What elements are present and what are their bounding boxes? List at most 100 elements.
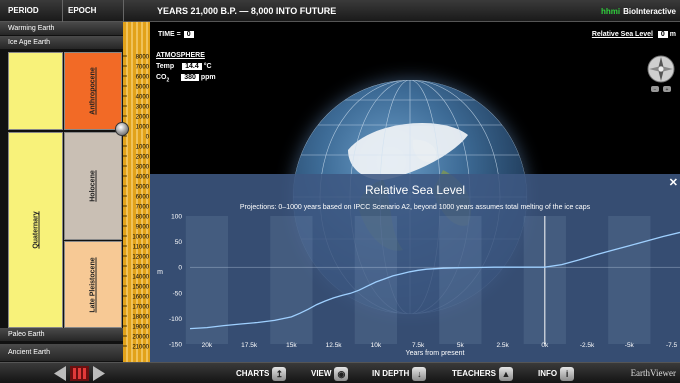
chart-band [439,216,482,344]
co2-subscript: 2 [166,77,170,84]
ruler-tick-label: 19000 [132,325,149,331]
header-divider [123,0,124,22]
ruler-tick-label: 8000 [136,55,150,61]
brand-logo[interactable]: hhmi BioInteractive [601,7,676,16]
temperature-row: Temp 14.4 °C [156,63,216,70]
period-column-header: PERIOD [8,6,39,15]
teachers-label: TEACHERS [452,369,497,378]
co2-row: CO2 380 ppm [156,74,216,83]
sea-level-unit: m [669,31,676,38]
y-tick-label: -50 [173,290,183,297]
globe-stage: TIME = 0 ATMOSPHERE Temp 14.4 °C CO2 380 … [150,22,680,362]
playback-controls [54,366,105,381]
y-tick-label: -150 [169,342,182,349]
sea-level-chart: Relative Sea Level Projections: 0–1000 y… [157,183,680,357]
epoch-block-anthropocene[interactable]: Anthropocene [64,52,122,130]
epoch-block-holocene[interactable]: Holocene [64,132,122,240]
biointeractive-logo-text: BioInteractive [623,7,676,16]
period-block-upper [8,52,63,130]
era-bar-paleo-earth[interactable]: Paleo Earth [0,328,123,342]
ruler-tick-label: 20000 [132,335,149,341]
x-tick-label: -2.5k [580,342,595,349]
x-tick-label: 12.5k [326,342,343,349]
charts-icon: ↥ [272,366,287,381]
ruler-tick-label: 7000 [136,205,150,211]
rewind-icon[interactable] [54,366,66,381]
atmosphere-panel: ATMOSPHERE Temp 14.4 °C CO2 380 ppm [156,52,216,83]
view-icon: ◉ [334,366,349,381]
in-depth-icon: ↓ [412,366,427,381]
top-header: PERIOD EPOCH YEARS 21,000 B.P. — 8,000 I… [0,0,680,22]
ruler-tick-label: 5000 [136,185,150,191]
co2-label: CO [156,74,167,81]
period-epoch-panel: Warming Earth Ice Age Earth Quaternary A… [0,22,123,362]
temp-value: 14.4 [182,63,202,70]
ruler-tick-label: 4000 [136,95,150,101]
temp-unit: °C [203,63,212,70]
ruler-tick-label: 4000 [136,175,150,181]
ruler-tick-label: 14000 [132,275,149,281]
epoch-label-holocene: Holocene [89,170,97,202]
x-tick-label: 7.5k [412,342,425,349]
time-slider-knob[interactable] [115,122,129,136]
svg-text:+: + [666,87,669,93]
ruler-tick-label: 3000 [136,165,150,171]
compass-navigation-icon[interactable]: − + [646,54,676,94]
ruler-tick-label: 11000 [133,245,150,251]
timeline-ruler[interactable]: 8000 7000 6000 5000 4000 3000 2000 1000 0 1000 200… [123,22,150,362]
y-tick-label: 100 [171,214,182,221]
epoch-column-header: EPOCH [68,6,97,15]
ruler-tick-label: 1000 [136,125,150,131]
svg-text:−: − [654,87,657,93]
ruler-tick-label: 21000 [132,345,149,351]
ruler-tick-label: 9000 [136,225,150,231]
time-readout: TIME = 0 [158,31,194,38]
temp-label: Temp [156,63,175,70]
view-button[interactable]: VIEW ◉ [311,363,349,383]
x-tick-label: 2.5k [496,342,509,349]
era-bar-warming-earth[interactable]: Warming Earth [0,22,123,36]
in-depth-button[interactable]: IN DEPTH ↓ [372,363,427,383]
x-tick-label: 5k [457,342,465,349]
ruler-tick-label: 8000 [136,215,150,221]
y-tick-label: 50 [175,239,183,246]
chart-band [354,216,397,344]
ruler-tick-label: 13000 [132,265,149,271]
sea-level-chart-panel: Relative Sea Level Projections: 0–1000 y… [150,174,680,362]
ruler-tick-label: 18000 [132,315,149,321]
ruler-tick-label: 12000 [132,255,149,261]
epoch-label-anthropocene: Anthropocene [89,67,97,115]
ruler-tick-label: 1000 [136,145,150,151]
era-bar-ice-age-earth[interactable]: Ice Age Earth [0,36,123,50]
epoch-block-late-pleistocene[interactable]: Late Pleistocene [64,241,122,328]
forward-icon[interactable] [93,366,105,381]
y-tick-label: 0 [178,265,182,272]
chart-band [270,216,313,344]
chart-close-button[interactable]: ✕ [669,176,678,189]
ruler-tick-label: 6000 [136,75,150,81]
sea-level-link[interactable]: Relative Sea Level [592,31,653,38]
pause-icon[interactable] [70,366,89,381]
period-block-quaternary[interactable]: Quaternary [8,132,63,328]
teachers-button[interactable]: TEACHERS ▲ [452,363,514,383]
info-button[interactable]: INFO i [538,363,575,383]
info-label: INFO [538,369,558,378]
x-tick-label: -7.5 [666,342,678,349]
chart-band [185,216,229,344]
time-label: TIME = [158,31,181,38]
ruler-tick-label: 15000 [132,285,149,291]
atmosphere-title[interactable]: ATMOSPHERE [156,52,216,59]
time-value: 0 [183,31,194,38]
chart-bands [185,216,651,344]
era-bar-ancient-earth[interactable]: Ancient Earth [0,344,123,362]
chart-title: Relative Sea Level [365,183,465,197]
chart-y-axis-label: m [157,269,163,276]
ruler-tick-label: 5000 [136,85,150,91]
years-range-title: YEARS 21,000 B.P. — 8,000 INTO FUTURE [157,6,337,16]
chart-x-axis-label: Years from present [406,350,465,357]
in-depth-label: IN DEPTH [372,369,410,378]
ruler-tick-label: 2000 [136,115,150,121]
x-tick-label: -5k [625,342,635,349]
charts-button[interactable]: CHARTS ↥ [236,363,287,383]
sea-level-readout: Relative Sea Level 0 m [592,31,676,38]
